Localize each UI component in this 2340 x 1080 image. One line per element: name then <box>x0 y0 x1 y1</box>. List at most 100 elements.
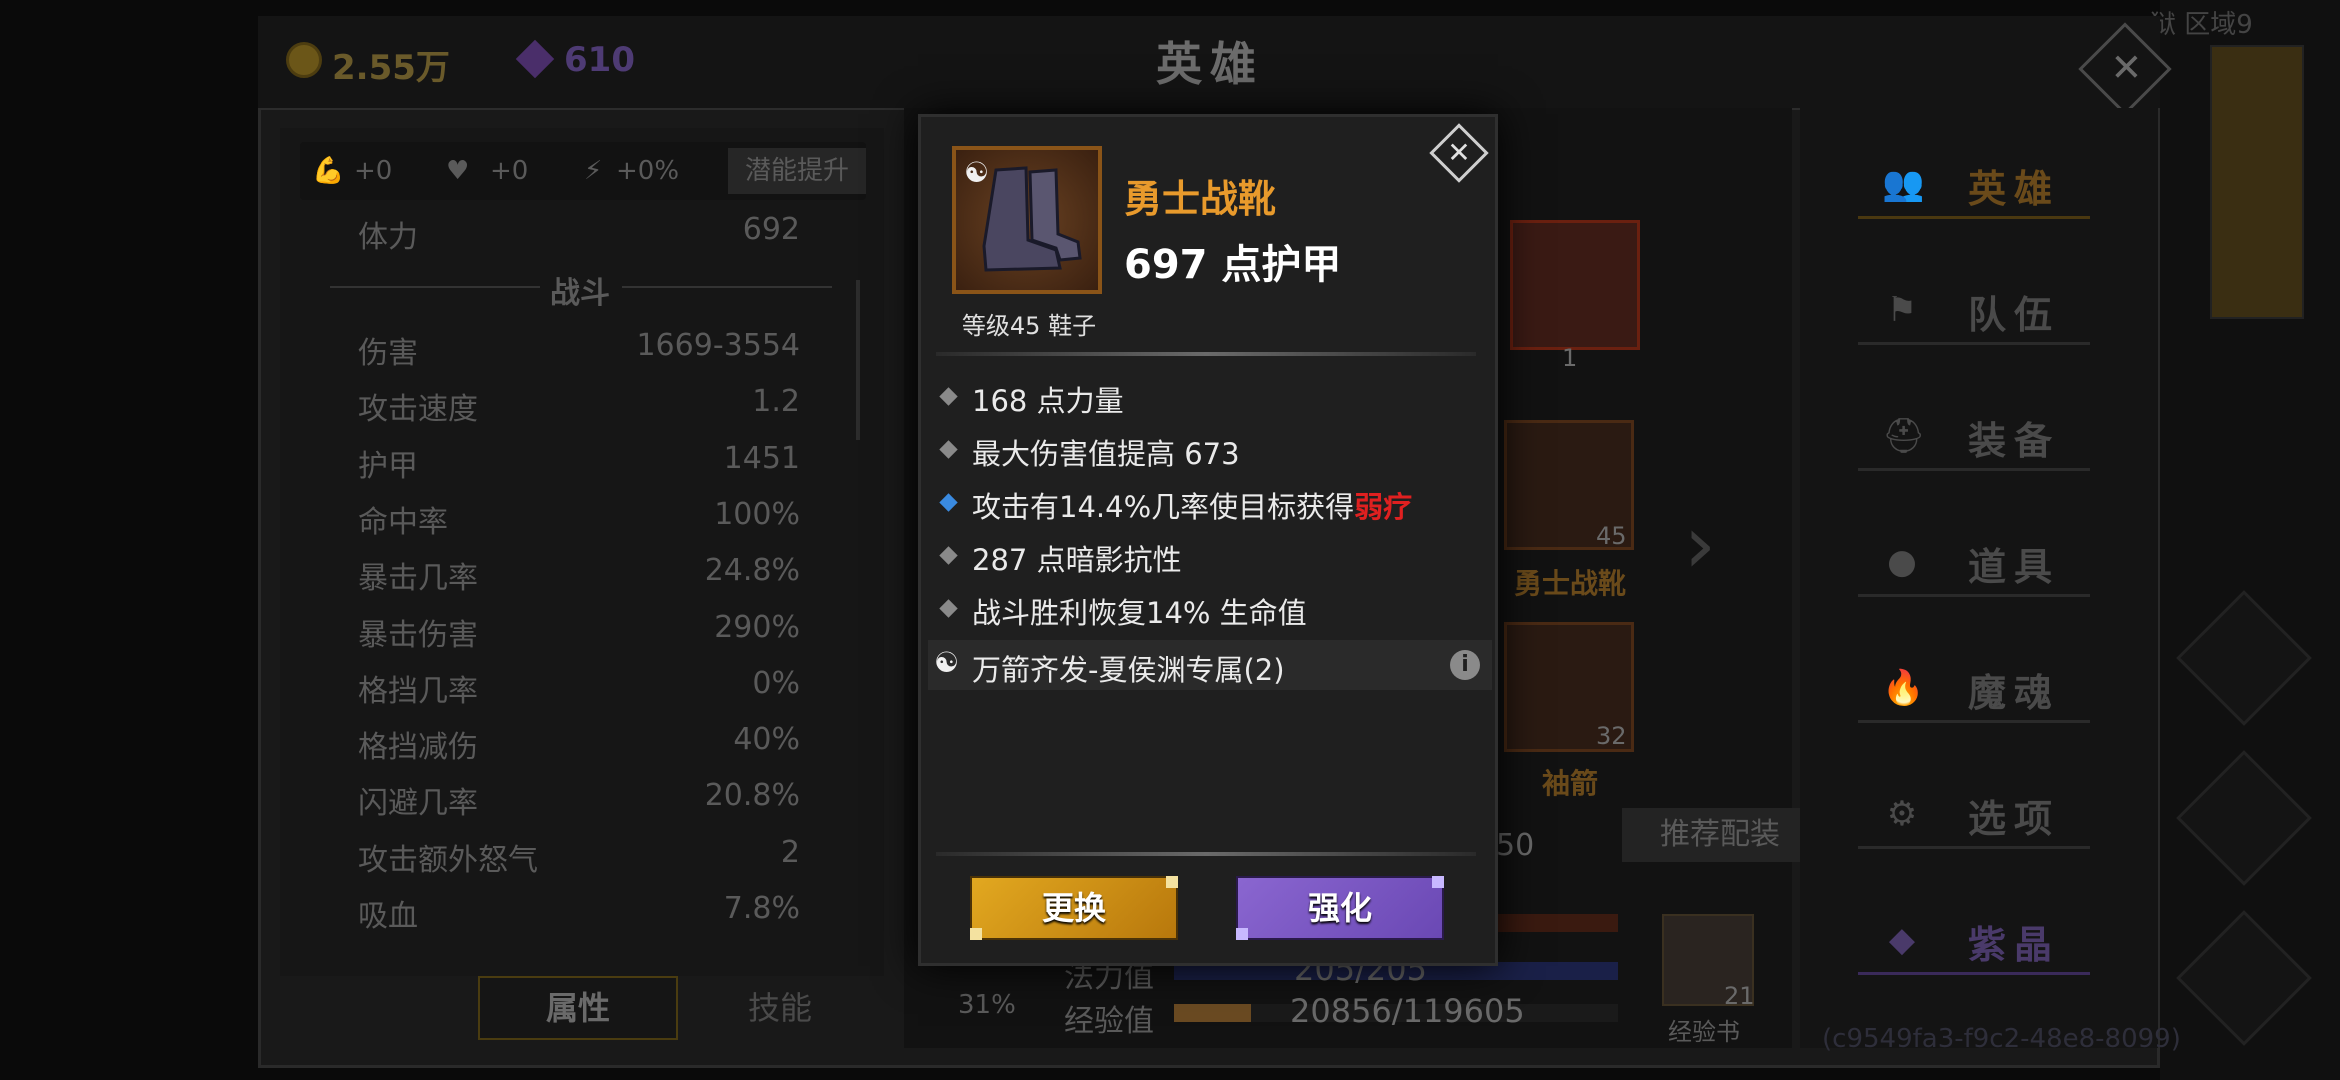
potential-health-value: +0 <box>490 156 529 186</box>
gear-icon: ⚙ <box>1886 794 1918 834</box>
slot-name: 勇士战靴 <box>1514 567 1627 600</box>
book-count: 21 <box>1724 982 1755 1010</box>
nav-item[interactable]: 🔥 魔魂 <box>1858 656 2090 723</box>
nav-label: 英雄 <box>1968 167 2061 211</box>
chevron-right-icon[interactable]: › <box>1684 498 1716 591</box>
attribute-text-wrap: 287 点暗影抗性 <box>972 537 1182 579</box>
nav-item[interactable]: ◆ 紫晶 <box>1858 908 2090 975</box>
diamond-bullet-icon <box>939 546 958 565</box>
enhance-button-label: 强化 <box>1307 889 1372 927</box>
gem-amount: 610 <box>564 40 635 80</box>
attribute-row: 战斗胜利恢复14% 生命值 <box>938 586 1484 634</box>
potential-upgrade-button[interactable]: 潜能提升 <box>728 148 866 194</box>
attribute-text: 攻击有14.4%几率使目标获得 <box>972 490 1355 524</box>
equip-slot[interactable] <box>1510 220 1640 350</box>
stat-value: 40% <box>733 722 800 757</box>
yinyang-icon: ☯ <box>964 156 990 189</box>
info-icon[interactable]: i <box>1450 650 1480 680</box>
nav-label: 装备 <box>1968 419 2061 463</box>
percent-value: 31% <box>958 990 1016 1020</box>
diamond-bullet-icon <box>939 387 958 406</box>
divider <box>936 352 1476 356</box>
item-main-stat: 697 点护甲 <box>1124 242 1342 288</box>
yinyang-icon: ☯ <box>934 646 960 679</box>
attribute-highlight: 弱疗 <box>1354 490 1413 524</box>
attribute-text: 287 点暗影抗性 <box>972 543 1182 577</box>
stat-value: 0% <box>752 666 800 701</box>
attribute-row: 攻击有14.4%几率使目标获得弱疗 <box>938 480 1484 528</box>
stat-label: 格挡几率 <box>358 674 478 709</box>
attribute-text-wrap: 攻击有14.4%几率使目标获得弱疗 <box>972 484 1412 526</box>
diamond-bullet-icon <box>939 440 958 459</box>
stat-value: 100% <box>714 497 800 532</box>
item-name: 勇士战靴 <box>1124 177 1277 221</box>
stat-label: 闪避几率 <box>358 786 478 821</box>
stat-label: 命中率 <box>358 505 448 540</box>
stat-value: 24.8% <box>704 553 800 588</box>
diamond-bullet-icon <box>939 599 958 618</box>
attribute-text: 最大伤害值提高 673 <box>972 437 1240 471</box>
recommend-build-button[interactable]: 推荐配装 <box>1622 808 1818 862</box>
slot-count: 1 <box>1562 344 1578 372</box>
scene-pillar <box>2210 45 2304 319</box>
nav-label: 道具 <box>1968 545 2061 589</box>
exp-value: 20856/119605 <box>1290 992 1525 1030</box>
section-title: 战斗 <box>550 276 610 311</box>
set-bonus-text: 万箭齐发-夏侯渊专属(2) <box>972 653 1285 687</box>
session-id: (c9549fa3-f9c2-48e8-8099) <box>1822 1024 2181 1054</box>
bag-icon: ● <box>1887 542 1917 582</box>
stat-value: 290% <box>714 610 800 645</box>
nav-label: 紫晶 <box>1968 923 2061 967</box>
attribute-text-wrap: 战斗胜利恢复14% 生命值 <box>972 590 1307 632</box>
strength-arm-icon: 💪 <box>312 156 345 186</box>
stat-label: 护甲 <box>358 449 418 484</box>
attribute-text-wrap: 最大伤害值提高 673 <box>972 431 1240 473</box>
nav-label: 队伍 <box>1968 293 2061 337</box>
stat-label: 攻击速度 <box>358 392 478 427</box>
nav-label: 选项 <box>1968 797 2061 841</box>
stat-value: 20.8% <box>704 778 800 813</box>
attribute-row: 168 点力量 <box>938 374 1484 422</box>
enhance-button[interactable]: 强化 <box>1236 876 1444 940</box>
lightning-icon: ⚡ <box>584 156 603 186</box>
divider <box>622 286 832 288</box>
zone-label: 狱 区域9 <box>2150 10 2253 40</box>
attribute-row: 最大伤害值提高 673 <box>938 427 1484 475</box>
stat-value: 7.8% <box>723 891 800 926</box>
tab-skills[interactable]: 技能 <box>700 976 860 1040</box>
stat-value: 1.2 <box>752 384 800 419</box>
stat-label: 伤害 <box>358 336 418 371</box>
helmet-icon: ⛑ <box>1882 416 1926 456</box>
tab-attributes[interactable]: 属性 <box>478 976 678 1040</box>
page-title: 英雄 <box>1156 37 1264 91</box>
stat-value: 2 <box>780 835 800 870</box>
nav-item[interactable]: ⚑ 队伍 <box>1858 278 2090 345</box>
heart-icon: ♥ <box>446 156 470 186</box>
potential-strength-value: +0 <box>354 156 393 186</box>
stat-value: 1669-3554 <box>636 328 800 363</box>
diamond-bullet-icon <box>939 493 958 512</box>
close-icon: ✕ <box>2110 45 2143 90</box>
flag-icon: ⚑ <box>1886 290 1918 330</box>
slot-level: 32 <box>1596 722 1627 750</box>
scrollbar[interactable] <box>856 280 860 440</box>
slot-name: 袖箭 <box>1542 767 1599 800</box>
nav-item[interactable]: ⚙ 选项 <box>1858 782 2090 849</box>
nav-item[interactable]: ● 道具 <box>1858 530 2090 597</box>
stat-label: 体力 <box>358 220 418 255</box>
set-bonus-row[interactable]: ☯ 万箭齐发-夏侯渊专属(2) i <box>928 640 1492 690</box>
attribute-text: 战斗胜利恢复14% 生命值 <box>972 596 1307 630</box>
nav-item[interactable]: 👥 英雄 <box>1858 152 2090 219</box>
nav-item[interactable]: ⛑ 装备 <box>1858 404 2090 471</box>
gold-amount: 2.55万 <box>332 48 450 88</box>
stat-label: 格挡减伤 <box>358 730 478 765</box>
stat-label: 暴击伤害 <box>358 618 478 653</box>
attribute-row: 287 点暗影抗性 <box>938 533 1484 581</box>
slot-level: 45 <box>1596 522 1627 550</box>
hero-icon: 👥 <box>1882 164 1925 204</box>
potential-speed-value: +0% <box>616 156 680 186</box>
attribute-text: 168 点力量 <box>972 384 1124 418</box>
exp-label: 经验值 <box>1064 1004 1154 1039</box>
stat-value: 692 <box>742 212 800 247</box>
change-button[interactable]: 更换 <box>970 876 1178 940</box>
